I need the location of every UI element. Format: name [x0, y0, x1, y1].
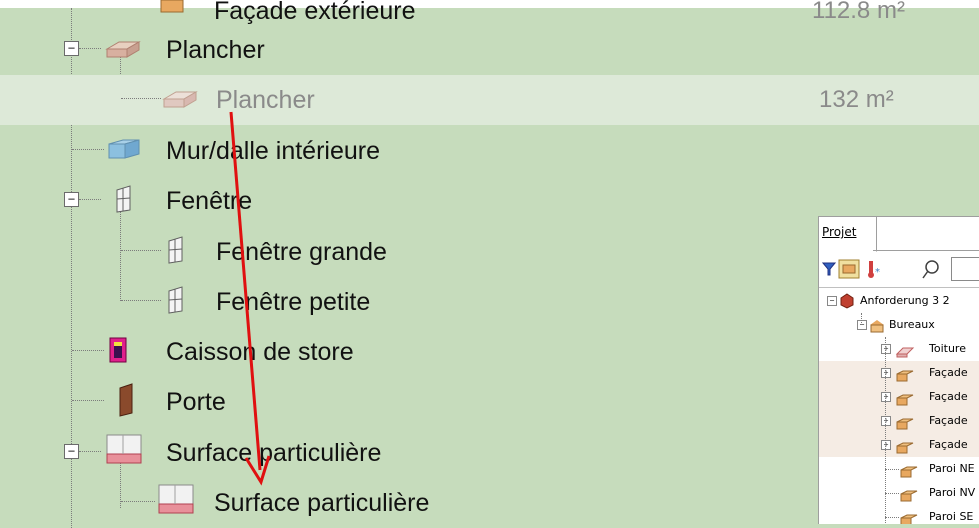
- panel-tree-row[interactable]: + Toiture: [819, 337, 979, 361]
- panel-tree-row[interactable]: Paroi NE: [819, 457, 979, 481]
- box-filter-icon[interactable]: [838, 259, 860, 283]
- thermal-icon[interactable]: *: [865, 259, 887, 283]
- panel-tree-row[interactable]: Paroi NV: [819, 481, 979, 505]
- tree-label: Paroi NV: [929, 486, 976, 499]
- tree-connector: [861, 313, 862, 325]
- search-input[interactable]: [951, 257, 979, 281]
- expand-toggle[interactable]: +: [881, 440, 891, 450]
- tree-label: Toiture: [929, 342, 966, 355]
- tree-label: Façade: [929, 438, 968, 451]
- collapse-toggle[interactable]: −: [857, 320, 867, 330]
- tree-label: Façade: [929, 366, 968, 379]
- panel-tree-row[interactable]: Paroi SE: [819, 505, 979, 524]
- panel-tree-row[interactable]: + Façade: [819, 385, 979, 409]
- panel-toolbar: *: [819, 253, 979, 288]
- tab-strip-border: [873, 250, 979, 251]
- tree-connector: [885, 493, 899, 494]
- collapse-toggle[interactable]: −: [827, 296, 837, 306]
- filter-icon[interactable]: [821, 261, 837, 281]
- expand-toggle[interactable]: +: [881, 392, 891, 402]
- tree-label: Façade: [929, 390, 968, 403]
- tree-label: Façade: [929, 414, 968, 427]
- tree-label: Anforderung 3 2: [860, 294, 950, 307]
- tree-label: Paroi NE: [929, 462, 975, 475]
- panel-tree-row[interactable]: + Façade: [819, 409, 979, 433]
- tree-label: Bureaux: [889, 318, 935, 331]
- expand-toggle[interactable]: +: [881, 368, 891, 378]
- tab-label: Projet: [822, 225, 857, 239]
- panel-tree-row[interactable]: + Façade: [819, 433, 979, 457]
- svg-text:*: *: [875, 267, 880, 278]
- tree-label: Paroi SE: [929, 510, 974, 523]
- tree-connector: [885, 337, 886, 524]
- search-icon[interactable]: [921, 259, 941, 285]
- tree-connector: [885, 469, 899, 470]
- panel-tree-row[interactable]: − Bureaux: [819, 313, 979, 337]
- tree-connector: [885, 517, 899, 518]
- project-panel: Projet * − Anforderung 3 2 − Bureaux + T…: [818, 216, 979, 524]
- panel-tree-row[interactable]: − Anforderung 3 2: [819, 289, 979, 313]
- expand-toggle[interactable]: +: [881, 344, 891, 354]
- panel-tree-row[interactable]: + Façade: [819, 361, 979, 385]
- wall-icon: [899, 511, 919, 524]
- expand-toggle[interactable]: +: [881, 416, 891, 426]
- tab-projet[interactable]: Projet: [819, 217, 877, 252]
